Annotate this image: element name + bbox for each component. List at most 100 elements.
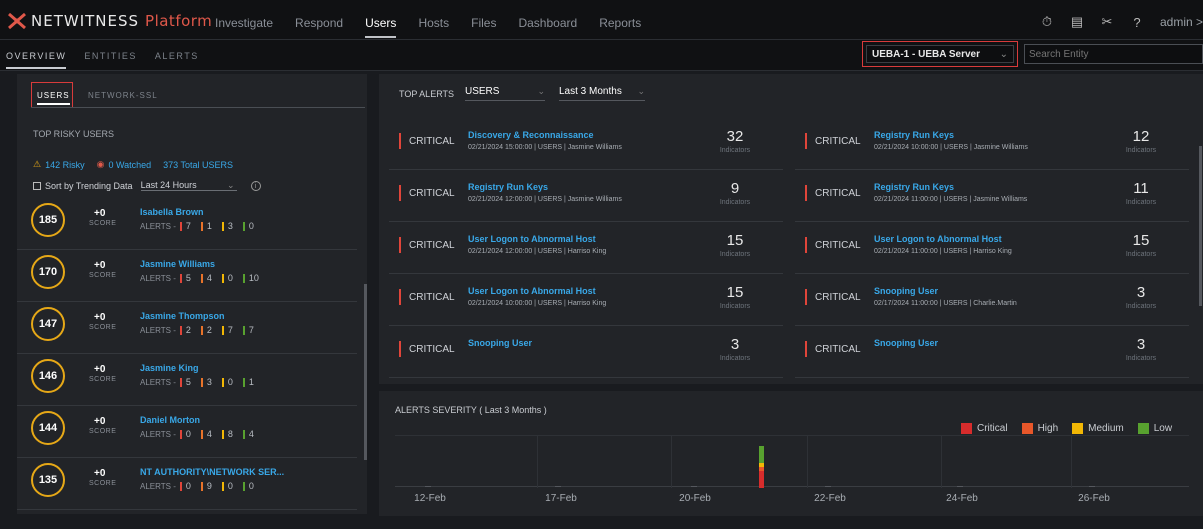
- watched-users-link[interactable]: ◉ 0 Watched: [97, 159, 152, 170]
- alert-card[interactable]: CRITICAL Snooping User 3 Indicators: [795, 328, 1189, 378]
- indicators-label: Indicators: [719, 199, 751, 206]
- user-name-link[interactable]: Jasmine Williams: [140, 259, 215, 269]
- nav-dashboard[interactable]: Dashboard: [518, 16, 599, 30]
- legend-item[interactable]: Low: [1137, 423, 1172, 434]
- user-name-link[interactable]: Isabella Brown: [140, 207, 204, 217]
- nav-files[interactable]: Files: [471, 16, 518, 30]
- alert-meta: 02/21/2024 11:00:00 | USERS | Harriso Ki…: [874, 248, 1012, 255]
- legend-label: Critical: [977, 423, 1008, 434]
- tab-entities[interactable]: ENTITIES: [84, 51, 137, 61]
- user-name-link[interactable]: Jasmine Thompson: [140, 311, 225, 321]
- alert-severity: CRITICAL: [815, 188, 861, 199]
- score-delta: +0: [94, 260, 106, 271]
- alert-name-link[interactable]: Registry Run Keys: [874, 130, 954, 140]
- alert-name-link[interactable]: Registry Run Keys: [468, 182, 548, 192]
- alert-count: 2: [206, 325, 212, 335]
- total-users-link[interactable]: 373 Total USERS: [163, 160, 233, 170]
- legend-item[interactable]: High: [1021, 423, 1058, 434]
- entity-filter-select[interactable]: USERS ⌄: [465, 86, 545, 101]
- help-icon[interactable]: ?: [1122, 15, 1152, 30]
- user-name-link[interactable]: Jasmine King: [140, 363, 199, 373]
- toolbar-icons: ⏱ ▤ ✂ ? admin >: [1032, 14, 1203, 30]
- user-row[interactable]: 147 +0 SCORE Jasmine Thompson ALERTS - 2 2…: [17, 302, 357, 354]
- alert-card[interactable]: CRITICAL Registry Run Keys 02/21/2024 11…: [795, 172, 1189, 222]
- indicator-count: 12: [1132, 128, 1150, 145]
- alerts-label: ALERTS -: [140, 221, 176, 231]
- user-row[interactable]: 146 +0 SCORE Jasmine King ALERTS - 5 3 0 1: [17, 354, 357, 406]
- range-filter-value: Last 3 Months: [559, 86, 622, 97]
- risky-users-link[interactable]: ⚠ 142 Risky: [33, 159, 85, 170]
- trending-checkbox[interactable]: [33, 181, 41, 190]
- tab-alerts[interactable]: ALERTS: [155, 51, 199, 61]
- nav-reports[interactable]: Reports: [599, 16, 663, 30]
- alert-name-link[interactable]: User Logon to Abnormal Host: [468, 234, 596, 244]
- notes-icon[interactable]: ▤: [1062, 14, 1092, 30]
- nav-users[interactable]: Users: [365, 16, 418, 38]
- time-range-select[interactable]: Last 24 Hours ⌄: [140, 180, 237, 191]
- severity-bar: [179, 377, 182, 387]
- alert-card[interactable]: CRITICAL Snooping User 02/17/2024 11:00:…: [795, 276, 1189, 326]
- nav-respond[interactable]: Respond: [295, 16, 365, 30]
- stopwatch-icon[interactable]: ⏱: [1032, 14, 1062, 30]
- info-icon[interactable]: i: [250, 180, 261, 191]
- alerts-label: ALERTS -: [140, 481, 176, 491]
- watched-count: 0 Watched: [108, 159, 152, 170]
- alerts-label: ALERTS -: [140, 325, 176, 335]
- tools-icon[interactable]: ✂: [1092, 14, 1122, 30]
- indicator-count: 9: [730, 180, 740, 197]
- alert-name-link[interactable]: Discovery & Reconnaissance: [468, 130, 594, 140]
- alert-card[interactable]: CRITICAL User Logon to Abnormal Host 02/…: [795, 224, 1189, 274]
- alert-card[interactable]: CRITICAL Registry Run Keys 02/21/2024 12…: [389, 172, 783, 222]
- severity-bar: [179, 429, 182, 439]
- entity-selector[interactable]: UEBA-1 - UEBA Server ⌄: [866, 45, 1014, 63]
- chart-legend: Critical High Medium Low: [961, 423, 1172, 434]
- scrollbar[interactable]: [364, 284, 367, 460]
- search-entity-input[interactable]: [1024, 44, 1203, 64]
- user-row[interactable]: 144 +0 SCORE Daniel Morton ALERTS - 0 4 8 4: [17, 406, 357, 458]
- bar-segment-high[interactable]: [759, 467, 764, 472]
- tab-users[interactable]: USERS: [37, 91, 70, 105]
- user-row[interactable]: 135 +0 SCORE NT AUTHORITY\NETWORK SER...…: [17, 458, 357, 510]
- legend-item[interactable]: Medium: [1072, 423, 1124, 434]
- alert-name-link[interactable]: Snooping User: [468, 338, 532, 348]
- alerts-label: ALERTS -: [140, 377, 176, 387]
- subnav-tabs: OVERVIEW ENTITIES ALERTS: [6, 51, 199, 69]
- indicators-label: Indicators: [1125, 199, 1157, 206]
- alert-name-link[interactable]: Registry Run Keys: [874, 182, 954, 192]
- nav-hosts[interactable]: Hosts: [418, 16, 471, 30]
- user-row[interactable]: 170 +0 SCORE Jasmine Williams ALERTS - 5 4…: [17, 250, 357, 302]
- bar-segment-critical[interactable]: [759, 471, 764, 488]
- alert-card[interactable]: CRITICAL User Logon to Abnormal Host 02/…: [389, 224, 783, 274]
- grid-line: [671, 436, 672, 488]
- alert-card[interactable]: CRITICAL Registry Run Keys 02/21/2024 10…: [795, 120, 1189, 170]
- severity-bar: [200, 481, 203, 491]
- top-alerts-title: TOP ALERTS: [399, 89, 455, 99]
- admin-menu[interactable]: admin >: [1160, 15, 1203, 29]
- risky-icon: ⚠: [33, 159, 42, 169]
- critical-marker: [805, 341, 807, 357]
- user-name-link[interactable]: NT AUTHORITY\NETWORK SER...: [140, 467, 284, 477]
- alert-name-link[interactable]: Snooping User: [874, 286, 938, 296]
- user-row[interactable]: 185 +0 SCORE Isabella Brown ALERTS - 7 1 3 0: [17, 198, 357, 250]
- tab-overview[interactable]: OVERVIEW: [6, 51, 67, 69]
- legend-item[interactable]: Critical: [961, 423, 1008, 434]
- user-name-link[interactable]: Daniel Morton: [140, 415, 200, 425]
- nav-investigate[interactable]: Investigate: [215, 16, 295, 30]
- x-tick-label: 26-Feb: [1078, 493, 1110, 504]
- scrollbar[interactable]: [1199, 146, 1202, 306]
- severity-chart-plot: [395, 435, 1189, 488]
- legend-label: Medium: [1088, 423, 1124, 434]
- alert-name-link[interactable]: User Logon to Abnormal Host: [874, 234, 1002, 244]
- alert-name-link[interactable]: User Logon to Abnormal Host: [468, 286, 596, 296]
- alert-name-link[interactable]: Snooping User: [874, 338, 938, 348]
- alert-card[interactable]: CRITICAL Discovery & Reconnaissance 02/2…: [389, 120, 783, 170]
- alert-card[interactable]: CRITICAL Snooping User 3 Indicators: [389, 328, 783, 378]
- alert-card[interactable]: CRITICAL User Logon to Abnormal Host 02/…: [389, 276, 783, 326]
- user-score: 144: [31, 411, 65, 445]
- netwitness-logo[interactable]: NETWITNESS Platform: [7, 12, 212, 30]
- range-filter-select[interactable]: Last 3 Months ⌄: [559, 86, 645, 101]
- bar-segment-medium[interactable]: [759, 462, 764, 467]
- alert-severity: CRITICAL: [815, 136, 861, 147]
- tab-network-ssl[interactable]: NETWORK-SSL: [88, 91, 158, 100]
- bar-segment-low[interactable]: [759, 446, 764, 463]
